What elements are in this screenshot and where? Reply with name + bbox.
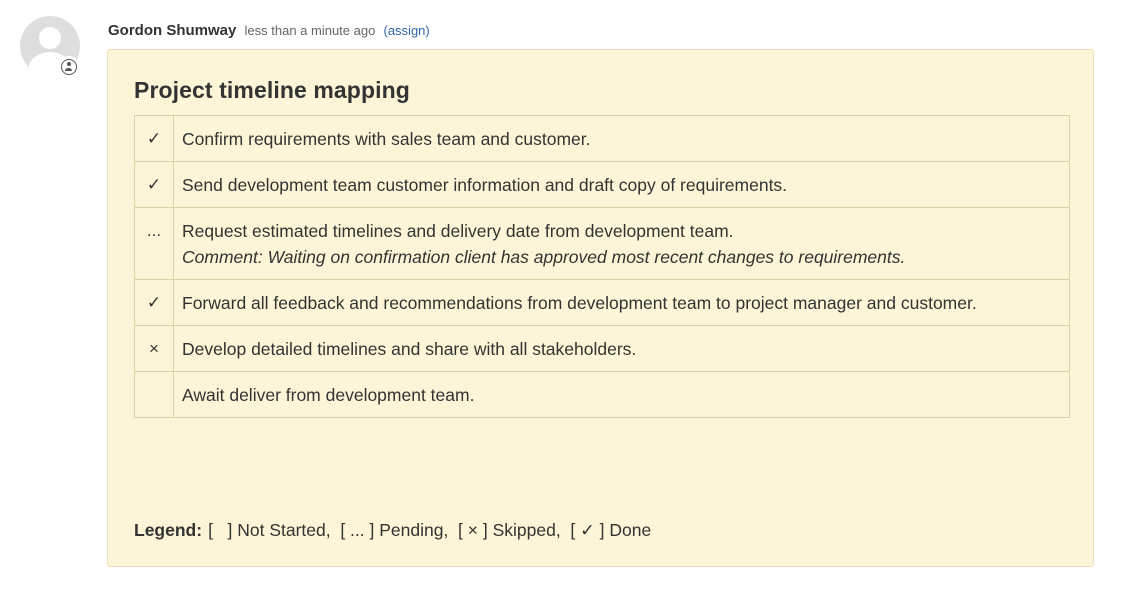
- comment-card: Project timeline mapping ✓ Confirm requi…: [107, 49, 1094, 567]
- legend: Legend:[ ] Not Started, [ ... ] Pending,…: [134, 520, 651, 541]
- author-name[interactable]: Gordon Shumway: [108, 22, 236, 39]
- task-text: Confirm requirements with sales team and…: [173, 115, 1070, 162]
- assign-link[interactable]: (assign): [384, 23, 430, 38]
- status-skipped-mark: ×: [134, 325, 174, 372]
- user-circle-icon[interactable]: [58, 56, 80, 78]
- task-row: Await deliver from development team.: [134, 371, 1070, 418]
- status-done-mark: ✓: [134, 279, 174, 326]
- task-row: × Develop detailed timelines and share w…: [134, 325, 1070, 372]
- card-title: Project timeline mapping: [134, 77, 410, 103]
- task-text: Develop detailed timelines and share wit…: [173, 325, 1070, 372]
- legend-text: [ ] Not Started, [ ... ] Pending, [ × ] …: [208, 520, 652, 540]
- task-row: ✓ Confirm requirements with sales team a…: [134, 115, 1070, 162]
- task-row: ✓ Forward all feedback and recommendatio…: [134, 279, 1070, 326]
- task-cell: Request estimated timelines and delivery…: [173, 207, 1070, 280]
- task-text: Forward all feedback and recommendations…: [173, 279, 1070, 326]
- task-text: Send development team customer informati…: [173, 161, 1070, 208]
- task-row: ... Request estimated timelines and deli…: [134, 207, 1070, 280]
- task-comment: Comment: Waiting on confirmation client …: [182, 247, 906, 267]
- timestamp: less than a minute ago: [244, 23, 376, 38]
- status-done-mark: ✓: [134, 161, 174, 208]
- task-table: ✓ Confirm requirements with sales team a…: [134, 115, 1070, 418]
- comment-header: Gordon Shumway less than a minute ago (a…: [108, 20, 430, 42]
- legend-label: Legend:: [134, 520, 203, 540]
- task-text: Request estimated timelines and delivery…: [182, 221, 734, 241]
- task-text: Await deliver from development team.: [173, 371, 1070, 418]
- status-not-started-mark: [134, 371, 174, 418]
- status-done-mark: ✓: [134, 115, 174, 162]
- task-row: ✓ Send development team customer informa…: [134, 161, 1070, 208]
- status-pending-mark: ...: [134, 207, 174, 280]
- avatar-head-shape: [39, 27, 61, 49]
